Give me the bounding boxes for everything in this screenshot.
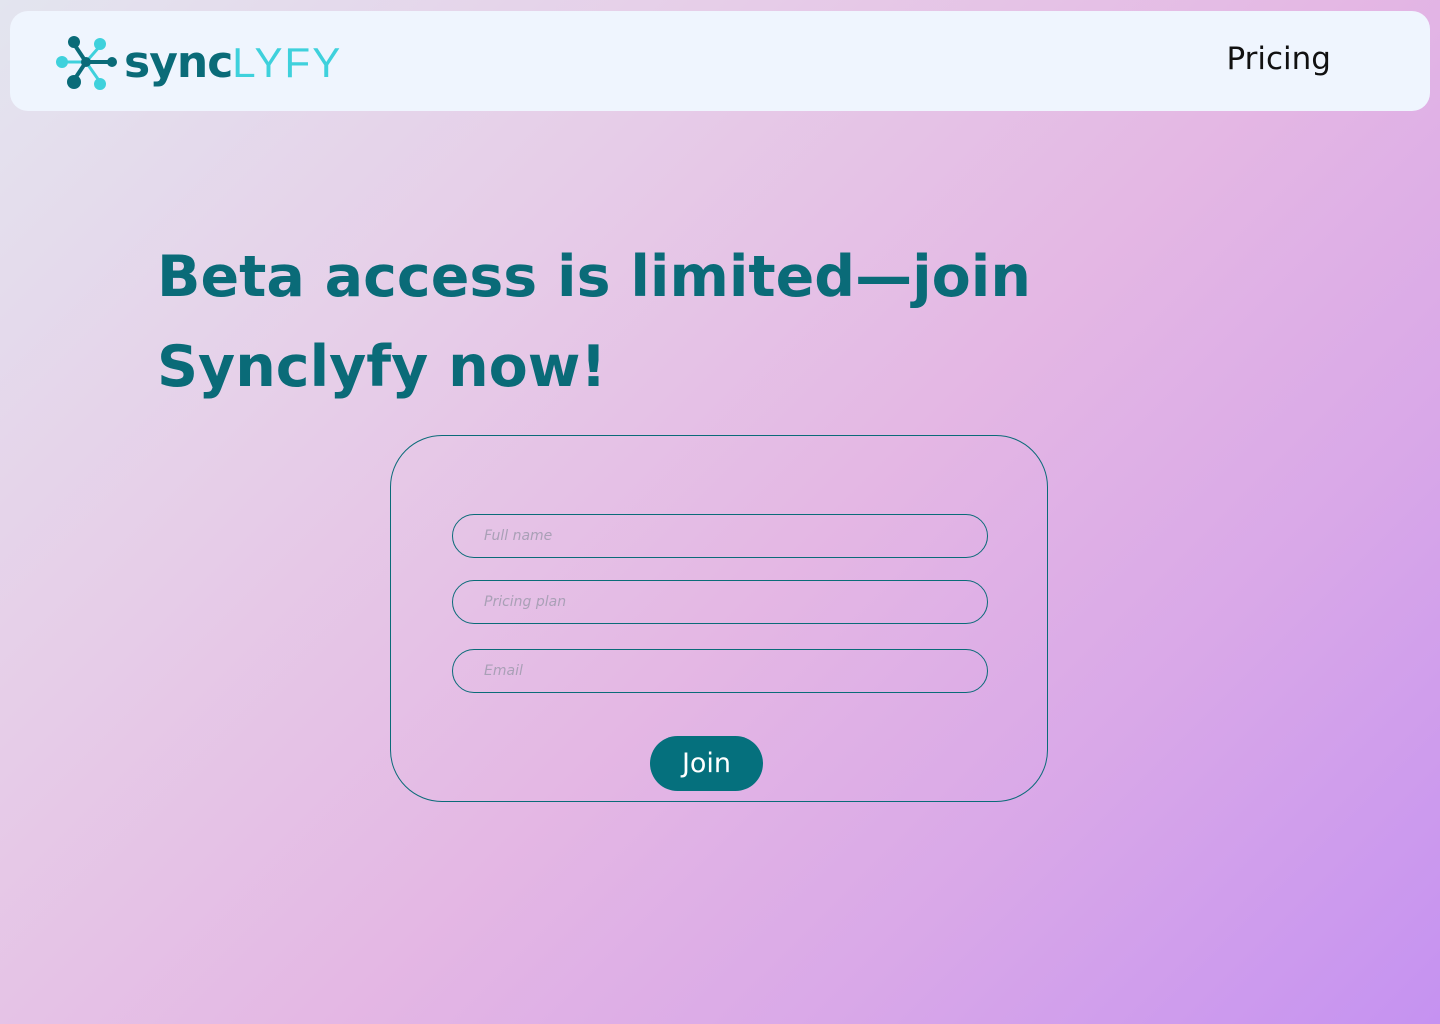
email-input[interactable] bbox=[452, 649, 988, 693]
molecule-icon bbox=[56, 36, 117, 90]
logo-wordmark-bold: sync bbox=[124, 37, 233, 88]
logo-wordmark: sync LYFY bbox=[124, 41, 342, 85]
page-headline: Beta access is limited—join Synclyfy now… bbox=[157, 244, 1031, 400]
logo-wordmark-light: LYFY bbox=[232, 39, 343, 86]
full-name-input[interactable] bbox=[452, 514, 988, 558]
join-button[interactable]: Join bbox=[650, 736, 763, 791]
pricing-plan-input[interactable] bbox=[452, 580, 988, 624]
nav-link-pricing[interactable]: Pricing bbox=[1227, 41, 1332, 77]
beta-signup-form: Join bbox=[390, 435, 1048, 802]
synclyfy-logo[interactable]: sync LYFY bbox=[56, 33, 342, 93]
site-header: sync LYFY Pricing bbox=[10, 11, 1430, 111]
